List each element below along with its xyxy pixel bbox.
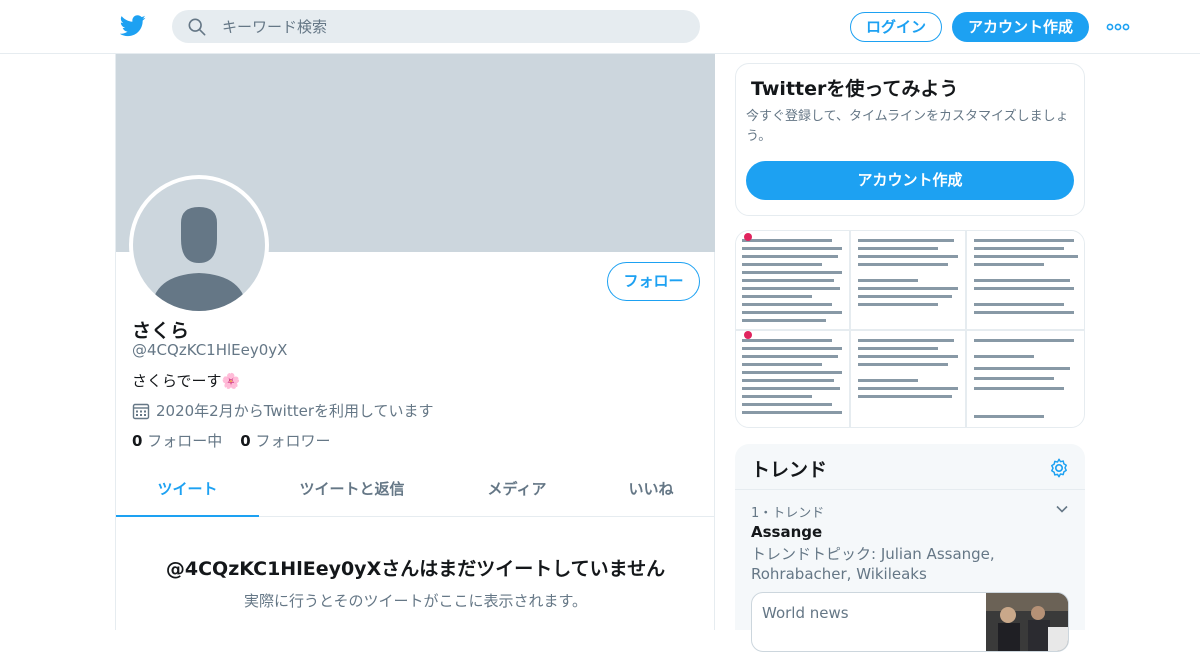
trend-name[interactable]: Assange	[751, 523, 822, 541]
signup-button[interactable]: アカウント作成	[952, 12, 1089, 42]
gear-icon[interactable]	[1048, 457, 1070, 479]
followers-link[interactable]: 0 フォロワー	[240, 432, 330, 450]
follow-stats: 0 フォロー中 0 フォロワー	[132, 430, 330, 451]
more-icon[interactable]	[1106, 22, 1130, 32]
profile-column: フォロー さくら @4CQzKC1HlEey0yX さくらでーす🌸 2020年2…	[115, 54, 715, 630]
trends-panel: トレンド 1・トレンド Assange トレンドトピック: Julian Ass…	[735, 444, 1085, 652]
search-input[interactable]	[222, 10, 682, 43]
follow-button[interactable]: フォロー	[607, 262, 700, 301]
default-avatar-icon	[133, 179, 265, 311]
top-navigation-bar: ログイン アカウント作成	[0, 0, 1200, 54]
search-icon	[188, 18, 206, 36]
followers-count: 0	[240, 432, 251, 450]
profile-tabs: ツイート ツイートと返信 メディア いいね	[116, 462, 715, 517]
chevron-down-icon[interactable]	[1055, 502, 1069, 516]
joined-text: 2020年2月からTwitterを利用しています	[156, 402, 434, 420]
news-thumbnail-image	[986, 593, 1068, 651]
trend-meta: 1・トレンド	[751, 506, 825, 521]
media-preview-grid[interactable]	[735, 230, 1085, 428]
avatar[interactable]	[129, 175, 269, 315]
promo-title: Twitterを使ってみよう	[751, 78, 959, 100]
profile-handle: @4CQzKC1HlEey0yX	[132, 341, 288, 359]
profile-name: さくら	[132, 320, 190, 342]
profile-bio: さくらでーす🌸	[132, 372, 241, 390]
trends-title: トレンド	[751, 459, 828, 481]
promo-signup-button[interactable]: アカウント作成	[746, 161, 1074, 200]
tab-tweets-and-replies[interactable]: ツイートと返信	[266, 462, 438, 517]
promo-text: 今すぐ登録して、タイムラインをカスタマイズしましょう。	[746, 109, 1069, 144]
joined-date: 2020年2月からTwitterを利用しています	[132, 400, 434, 421]
trend-news-card[interactable]: World news	[751, 592, 1069, 652]
login-button[interactable]: ログイン	[850, 12, 942, 42]
following-label: フォロー中	[147, 432, 223, 450]
empty-state-subtitle: 実際に行うとそのツイートがここに表示されます。	[243, 592, 588, 610]
media-screenshot-image	[736, 231, 1084, 427]
calendar-icon	[132, 403, 150, 419]
search-bar[interactable]	[172, 10, 700, 43]
news-source: World news	[762, 604, 849, 622]
tab-media[interactable]: メディア	[456, 462, 578, 517]
trends-header: トレンド	[735, 444, 1085, 490]
twitter-bird-icon[interactable]	[120, 14, 146, 38]
tab-likes[interactable]: いいね	[596, 462, 706, 517]
signup-promo-card: Twitterを使ってみよう 今すぐ登録して、タイムラインをカスタマイズしましょ…	[735, 63, 1085, 216]
following-link[interactable]: 0 フォロー中	[132, 432, 222, 450]
empty-state-title: @4CQzKC1HlEey0yXさんはまだツイートしていません	[165, 558, 666, 580]
followers-label: フォロワー	[255, 432, 331, 450]
trend-description: トレンドトピック: Julian Assange, Rohrabacher, W…	[751, 545, 995, 583]
tab-tweets[interactable]: ツイート	[116, 462, 259, 517]
following-count: 0	[132, 432, 143, 450]
